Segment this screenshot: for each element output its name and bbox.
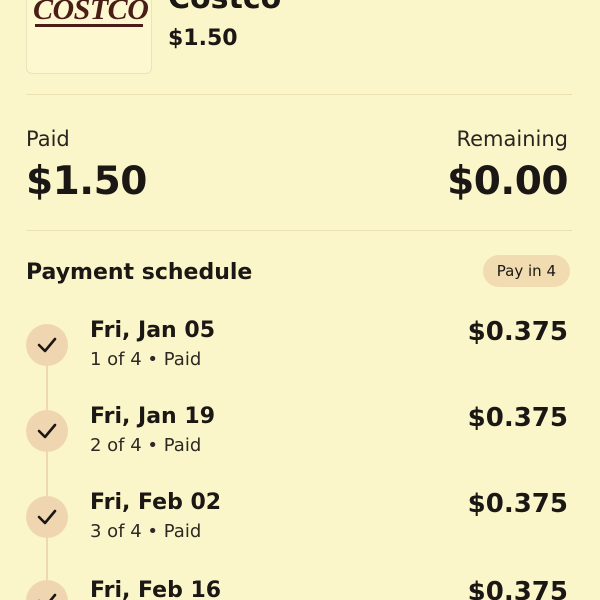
merchant-amount: $1.50 xyxy=(168,26,238,51)
installment-status: 1 of 4 • Paid xyxy=(90,349,202,370)
plan-badge: Pay in 4 xyxy=(482,255,570,287)
installment-date: Fri, Feb 16 xyxy=(90,578,222,600)
installment-amount: $0.375 xyxy=(467,403,568,433)
paid-amount: $1.50 xyxy=(26,159,147,204)
installment-date: Fri, Jan 19 xyxy=(90,404,215,429)
merchant-logo-text: COSTCO xyxy=(33,0,149,26)
payment-schedule-title: Payment schedule xyxy=(26,260,253,285)
payment-details-screen: COSTCO Costco $1.50 Paid $1.50 Remaining… xyxy=(0,0,600,600)
installment-amount: $0.375 xyxy=(467,317,568,347)
installment-date: Fri, Jan 05 xyxy=(90,318,215,343)
merchant-logo: COSTCO xyxy=(26,0,152,74)
logo-underline xyxy=(35,24,143,27)
installment-status: 3 of 4 • Paid xyxy=(90,521,202,542)
paid-label: Paid xyxy=(26,127,70,151)
installment-row-4[interactable]: Fri, Feb 16 $0.375 xyxy=(0,578,600,600)
installment-row-3[interactable]: Fri, Feb 02 3 of 4 • Paid $0.375 xyxy=(0,489,600,554)
installment-amount: $0.375 xyxy=(467,489,568,519)
checkmark-icon xyxy=(26,580,68,600)
merchant-name: Costco xyxy=(168,0,281,16)
checkmark-icon xyxy=(26,410,68,452)
installment-amount: $0.375 xyxy=(467,578,568,600)
remaining-amount: $0.00 xyxy=(447,159,568,204)
timeline-rail xyxy=(46,360,48,600)
installment-row-1[interactable]: Fri, Jan 05 1 of 4 • Paid $0.375 xyxy=(0,317,600,382)
divider xyxy=(26,230,572,231)
checkmark-icon xyxy=(26,496,68,538)
remaining-label: Remaining xyxy=(456,127,568,151)
installment-status: 2 of 4 • Paid xyxy=(90,435,202,456)
installment-date: Fri, Feb 02 xyxy=(90,490,222,515)
divider xyxy=(26,94,572,95)
installment-row-2[interactable]: Fri, Jan 19 2 of 4 • Paid $0.375 xyxy=(0,403,600,468)
checkmark-icon xyxy=(26,324,68,366)
